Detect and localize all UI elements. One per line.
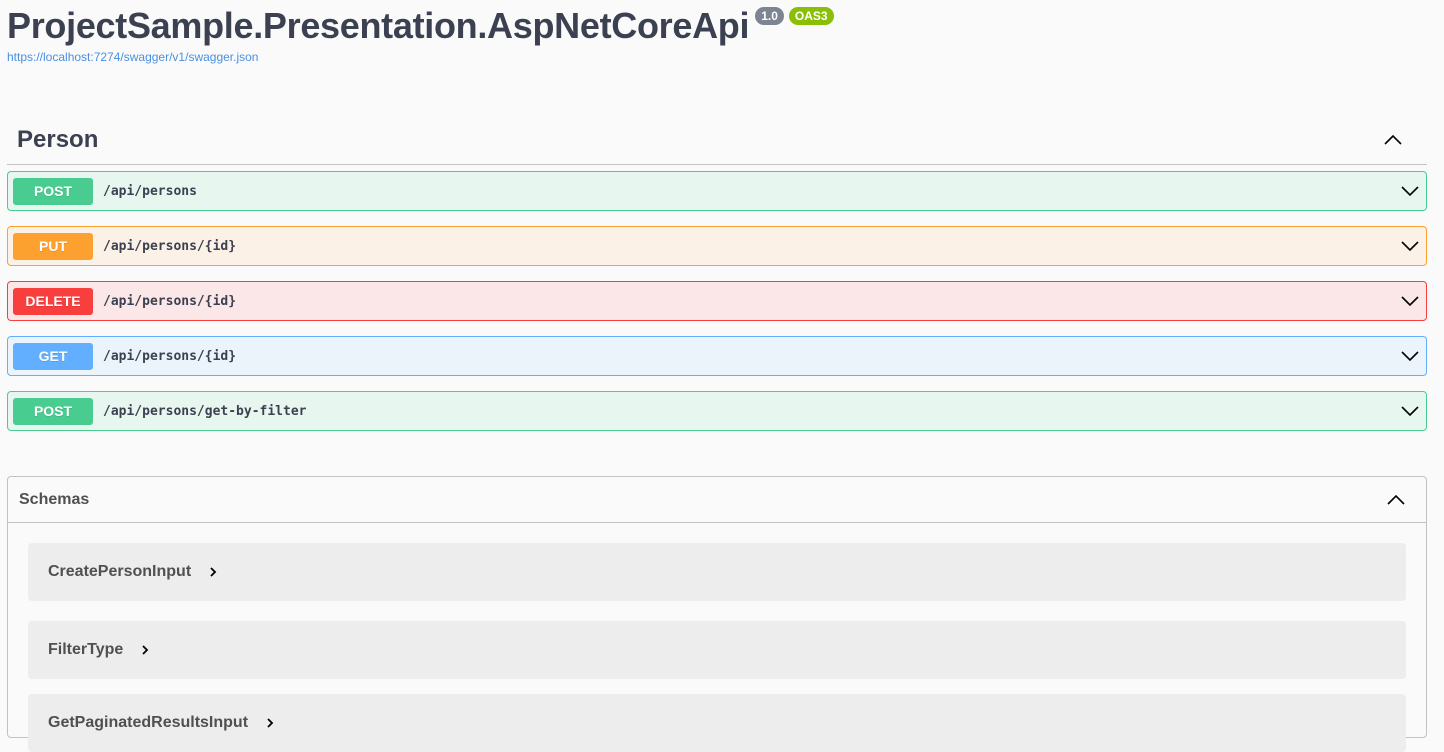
method-badge: GET [13, 342, 93, 370]
chevron-down-icon[interactable] [1400, 181, 1420, 201]
version-badge: 1.0 [755, 7, 784, 25]
tag-section-person: Person [7, 116, 1427, 165]
api-info: ProjectSample.Presentation.AspNetCoreApi… [7, 0, 834, 64]
chevron-right-icon [142, 645, 149, 655]
model-name: FilterType [48, 641, 124, 658]
chevron-up-icon[interactable] [1383, 130, 1403, 150]
chevron-down-icon[interactable] [1400, 401, 1420, 421]
operation-delete-person[interactable]: DELETE /api/persons/{id} [7, 281, 1427, 321]
schema-model[interactable]: FilterType [28, 621, 1406, 679]
chevron-down-icon[interactable] [1400, 236, 1420, 256]
operation-get-person[interactable]: GET /api/persons/{id} [7, 336, 1427, 376]
operation-path: /api/persons [103, 183, 197, 199]
method-badge: PUT [13, 232, 93, 260]
schemas-header[interactable]: Schemas [8, 477, 1426, 523]
swagger-json-link[interactable]: https://localhost:7274/swagger/v1/swagge… [7, 50, 834, 64]
method-badge: POST [13, 177, 93, 205]
schema-model[interactable]: GetPaginatedResultsInput [28, 694, 1406, 752]
chevron-down-icon[interactable] [1400, 291, 1420, 311]
operation-path: /api/persons/{id} [103, 293, 237, 309]
chevron-down-icon[interactable] [1400, 346, 1420, 366]
operation-post-persons[interactable]: POST /api/persons [7, 171, 1427, 211]
operation-path: /api/persons/get-by-filter [103, 403, 307, 419]
schemas-section: Schemas CreatePersonInput FilterType Get… [7, 476, 1427, 752]
operation-path: /api/persons/{id} [103, 238, 237, 254]
chevron-up-icon[interactable] [1386, 490, 1406, 510]
tag-name: Person [17, 126, 99, 153]
chevron-right-icon [267, 718, 274, 728]
tag-header-person[interactable]: Person [7, 116, 1427, 165]
method-badge: POST [13, 397, 93, 425]
operation-put-person[interactable]: PUT /api/persons/{id} [7, 226, 1427, 266]
oas-badge: OAS3 [788, 7, 834, 25]
schema-model[interactable]: CreatePersonInput [28, 543, 1406, 601]
operation-path: /api/persons/{id} [103, 348, 237, 364]
title-row: ProjectSample.Presentation.AspNetCoreApi… [7, 0, 834, 52]
page-title: ProjectSample.Presentation.AspNetCoreApi [7, 5, 750, 46]
chevron-right-icon [210, 567, 217, 577]
operation-post-get-by-filter[interactable]: POST /api/persons/get-by-filter [7, 391, 1427, 431]
method-badge: DELETE [13, 287, 93, 315]
schemas-title: Schemas [19, 490, 90, 508]
model-name: CreatePersonInput [48, 563, 192, 580]
model-name: GetPaginatedResultsInput [48, 714, 249, 731]
